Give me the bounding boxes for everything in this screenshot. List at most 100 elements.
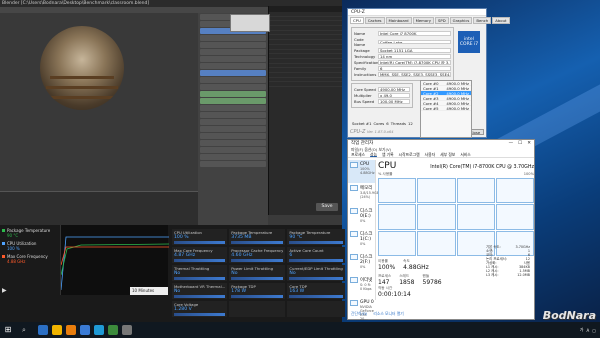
processor-field: Specification Intel(R) Core(TM) i7-8700K … — [354, 60, 451, 65]
property-row[interactable] — [200, 42, 266, 48]
search-icon[interactable]: ⌕ — [16, 322, 32, 338]
tab-4[interactable]: 사용자 — [425, 152, 435, 157]
cpuz-tab[interactable]: Bench — [473, 17, 492, 24]
blender-timeline[interactable] — [0, 191, 198, 225]
property-row-highlight[interactable] — [200, 98, 266, 104]
sidebar-item[interactable]: 디스크 1(C:) 0% — [348, 229, 375, 252]
windows-start-icon[interactable]: ⊞ — [0, 322, 16, 338]
blender-icon[interactable] — [66, 325, 76, 335]
core-name: Core #1 — [423, 86, 439, 91]
close-icon[interactable]: ✕ — [527, 140, 531, 147]
property-row[interactable] — [200, 119, 266, 125]
sidebar-item[interactable]: 디스크 2(F:) 0% — [348, 252, 375, 275]
legend-temp[interactable]: Package Temperature 90 °C — [2, 228, 58, 238]
tab-2[interactable]: 앱 기록 — [382, 152, 394, 157]
file-explorer-icon[interactable] — [52, 325, 62, 335]
processor-field: Family 6 — [354, 66, 451, 71]
cpuz-tab[interactable]: Mainboard — [385, 17, 412, 24]
core-name: Core #0 — [423, 81, 439, 86]
metric-value: No — [289, 271, 296, 276]
sidebar-item-name: 디스크 0(E:) — [360, 209, 373, 219]
sidebar-item-sub: 3.8/15.9GB (24%) — [360, 191, 380, 199]
tab-0[interactable]: 프로세스 — [351, 152, 365, 157]
property-row[interactable] — [200, 154, 266, 160]
cpu-performance-panel: CPU Intel(R) Core(TM) i7-8700K CPU @ 3.7… — [378, 161, 534, 301]
fewer-details-link[interactable]: 간단히(D) — [351, 311, 367, 317]
cpuz-tab[interactable]: Memory — [412, 17, 435, 24]
tab-1[interactable]: 성능 — [369, 152, 377, 157]
stat-value: 4.88GHz — [403, 264, 429, 271]
core-clock-row[interactable]: Core #5 4900.0 MHz — [421, 106, 471, 111]
play-icon[interactable]: ▶ — [2, 287, 10, 295]
tray-ime-icon[interactable]: 가 — [580, 327, 584, 333]
task-manager-icon[interactable] — [108, 325, 118, 335]
property-row[interactable] — [200, 105, 266, 111]
sidebar-item[interactable]: GPU 0 NVIDIA GeForce RTX 20... — [348, 298, 375, 321]
minimize-icon[interactable]: — — [509, 140, 514, 147]
core-frequency: 4900.0 MHz — [446, 96, 469, 101]
cpuz-tab[interactable]: About — [492, 17, 510, 24]
mini-graph — [350, 231, 358, 237]
spec-value: 12.0MB — [517, 273, 530, 277]
metric-sparkline — [231, 277, 284, 280]
taskbar-apps — [38, 325, 132, 335]
render-viewport[interactable] — [0, 13, 198, 191]
sidebar-item[interactable]: CPU 100% 4.88GHz — [348, 160, 375, 183]
property-row[interactable] — [200, 126, 266, 132]
tab-3[interactable]: 시작프로그램 — [399, 152, 420, 157]
cpu-spec-list: 기본 속도: 3.70GHz 소켓: 1 코어: 6 논리 프로세서: 12 가상화: 사용 L1 … — [486, 245, 530, 277]
sidebar-item[interactable]: 디스크 0(E:) 0% — [348, 206, 375, 229]
cpuz-tab[interactable]: Graphics — [449, 17, 473, 24]
cpuz-tab[interactable]: SPD — [435, 17, 449, 24]
legend-freq[interactable]: Max Core Frequency 4.88 GHz — [2, 254, 58, 264]
property-row[interactable] — [200, 147, 266, 153]
app-icon[interactable] — [122, 325, 132, 335]
field-label: Name — [354, 31, 366, 36]
legend-value: 4.88 GHz — [7, 259, 26, 264]
selection-value[interactable]: Socket #1 — [352, 121, 372, 126]
sidebar-item-sub: 0% — [360, 219, 366, 223]
sidebar-item[interactable]: 메모리 3.8/15.9GB (24%) — [348, 183, 379, 206]
property-row[interactable] — [200, 112, 266, 118]
core-name: Core #3 — [423, 96, 439, 101]
metric-label: Motherboard VR Thermal... — [174, 284, 226, 289]
property-row-selected[interactable] — [200, 70, 266, 76]
taskview-icon[interactable] — [38, 325, 48, 335]
sidebar-item[interactable]: 이더넷 S: 0 R: 0 Kbps — [348, 275, 375, 298]
metric-sparkline — [174, 259, 226, 262]
field-value: MMX, SSE, SSE2, SSE3, SSSE3, SSE4.1, SSE… — [378, 72, 451, 77]
cpuz-tab[interactable]: Caches — [364, 17, 385, 24]
stat: 핸들 59786 — [423, 274, 442, 286]
save-button[interactable]: Save — [316, 203, 338, 211]
time-range-select[interactable]: 10 Minutes — [130, 287, 168, 295]
render-desk-row — [50, 76, 114, 79]
property-row[interactable] — [200, 77, 266, 83]
property-row[interactable] — [200, 84, 266, 90]
tab-6[interactable]: 서비스 — [460, 152, 470, 157]
small-dialog[interactable] — [230, 14, 270, 32]
xtu-icon[interactable] — [94, 325, 104, 335]
tray-lang-icon[interactable]: A — [586, 328, 589, 333]
cpuz-tab[interactable]: CPU — [350, 17, 364, 24]
property-row[interactable] — [200, 161, 266, 167]
property-row[interactable] — [200, 140, 266, 146]
property-row[interactable] — [200, 49, 266, 55]
property-row[interactable] — [200, 63, 266, 69]
notification-icon[interactable]: ▢ — [592, 328, 596, 333]
mini-graph — [350, 300, 358, 306]
resource-monitor-link[interactable]: 리소스 모니터 열기 — [373, 311, 403, 317]
blender-properties-panel[interactable] — [198, 13, 268, 225]
maximize-icon[interactable]: ☐ — [518, 140, 522, 147]
field-label: Core Speed — [354, 87, 376, 92]
metric-sparkline — [174, 313, 226, 316]
property-row[interactable] — [200, 35, 266, 41]
tab-5[interactable]: 세부 정보 — [440, 152, 455, 157]
freq-line — [60, 246, 169, 266]
logical-cpu-graph — [378, 204, 417, 230]
cores-label: Cores — [373, 121, 385, 126]
property-row[interactable] — [200, 56, 266, 62]
property-row[interactable] — [200, 133, 266, 139]
property-row-highlight[interactable] — [200, 91, 266, 97]
cpuz-icon[interactable] — [80, 325, 90, 335]
legend-util[interactable]: CPU Utilization 100 % — [2, 241, 58, 251]
